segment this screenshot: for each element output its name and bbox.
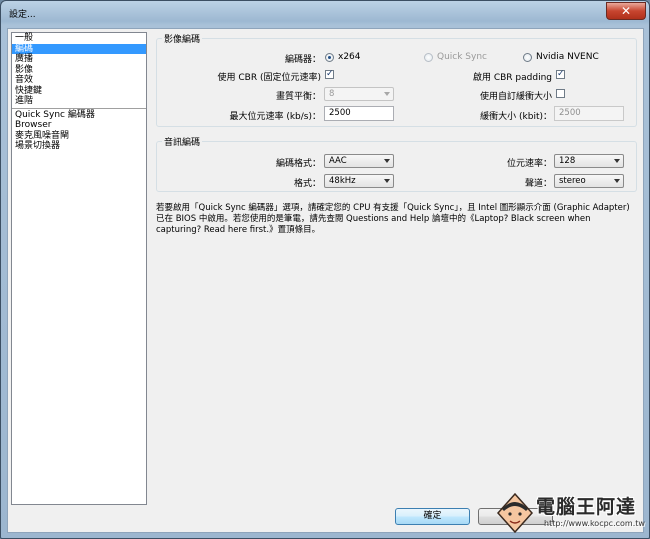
quality-label: 畫質平衡： <box>275 92 321 102</box>
cbr-padding-label: 啟用 CBR padding <box>472 73 552 83</box>
quick-sync-info-text: 若要啟用「Quick Sync 編碼器」選項，請確定您的 CPU 有支援「Qui… <box>156 203 630 235</box>
audio-format-value: 48kHz <box>329 176 356 186</box>
audio-codec-value: AAC <box>329 156 347 166</box>
sidebar-plugin-item[interactable]: Browser <box>12 120 146 131</box>
sidebar-item[interactable]: 影像 <box>12 65 146 76</box>
chevron-down-icon <box>614 159 620 163</box>
audio-bitrate-select[interactable]: 128 <box>554 154 624 168</box>
close-button[interactable]: ✕ <box>606 2 646 20</box>
quality-value: 8 <box>329 89 335 99</box>
window-title: 設定... <box>9 10 36 20</box>
audio-encoding-group: 音訊編碼 編碼格式： AAC 位元速率： 128 格式： 48kHz 聲道： s… <box>156 135 637 192</box>
video-encoding-group: 影像編碼 編碼器： x264 Quick Sync Nvidia NVENC 使… <box>156 32 637 127</box>
custom-buffer-label: 使用自訂緩衝大小 <box>479 92 552 102</box>
audio-format-select[interactable]: 48kHz <box>324 174 394 188</box>
radio-quick-sync[interactable] <box>424 53 433 62</box>
sidebar-item[interactable]: 快捷鍵 <box>12 86 146 97</box>
sidebar-item[interactable]: 音效 <box>12 75 146 86</box>
chevron-down-icon <box>384 179 390 183</box>
client-area: 一般 編碼 廣播 影像 音效 快捷鍵 進階 Quick Sync 編碼器 Browser 麥克風… <box>7 28 644 533</box>
sidebar-divider <box>12 107 146 109</box>
buffer-size-input[interactable]: 2500 <box>554 106 624 121</box>
audio-codec-label: 編碼格式： <box>275 159 321 169</box>
chevron-down-icon <box>384 92 390 96</box>
chevron-down-icon <box>614 179 620 183</box>
video-encoding-title: 影像編碼 <box>162 32 203 45</box>
audio-format-label: 格式： <box>293 179 321 189</box>
sidebar-plugin-item[interactable]: Quick Sync 編碼器 <box>12 110 146 121</box>
sidebar-plugin-item[interactable]: 場景切換器 <box>12 141 146 152</box>
buffer-size-label: 緩衝大小 (kbit)： <box>480 112 552 122</box>
max-bitrate-label: 最大位元速率 (kb/s)： <box>229 112 321 122</box>
audio-channels-select[interactable]: stereo <box>554 174 624 188</box>
cbr-label: 使用 CBR (固定位元速率) <box>217 73 321 83</box>
mascot-icon <box>496 493 534 533</box>
audio-bitrate-label: 位元速率： <box>506 159 552 169</box>
quality-combo[interactable]: 8 <box>324 87 394 101</box>
watermark-logo: 電腦王阿達 http://www.kocpc.com.tw <box>496 493 645 533</box>
ok-button[interactable]: 確定 <box>395 508 470 525</box>
title-bar[interactable]: 設定... ✕ <box>1 1 649 25</box>
audio-codec-select[interactable]: AAC <box>324 154 394 168</box>
cbr-padding-checkbox[interactable]: ✓ <box>556 70 565 79</box>
sidebar-item[interactable]: 廣播 <box>12 54 146 65</box>
settings-sidebar[interactable]: 一般 編碼 廣播 影像 音效 快捷鍵 進階 Quick Sync 編碼器 Browser 麥克風… <box>11 32 147 505</box>
radio-quick-sync-label: Quick Sync <box>437 52 488 62</box>
sidebar-item[interactable]: 進階 <box>12 96 146 107</box>
audio-channels-label: 聲道： <box>524 179 552 189</box>
cbr-checkbox[interactable]: ✓ <box>325 70 334 79</box>
sidebar-item[interactable]: 編碼 <box>12 43 146 54</box>
sidebar-item[interactable]: 一般 <box>12 33 146 44</box>
radio-x264-label: x264 <box>338 52 361 62</box>
max-bitrate-value: 2500 <box>329 108 351 118</box>
buffer-size-value: 2500 <box>559 108 581 118</box>
audio-bitrate-value: 128 <box>559 156 576 166</box>
radio-nvenc-label: Nvidia NVENC <box>536 52 599 62</box>
settings-window: 設定... ✕ 一般 編碼 廣播 影像 音效 快捷鍵 進階 Quick Sync 編碼器 Br… <box>0 0 650 539</box>
watermark-name: 電腦王阿達 <box>536 496 637 518</box>
radio-x264[interactable] <box>325 53 334 62</box>
chevron-down-icon <box>384 159 390 163</box>
sidebar-plugin-item[interactable]: 麥克風噪音閘 <box>12 131 146 142</box>
close-icon: ✕ <box>620 4 632 18</box>
audio-channels-value: stereo <box>559 176 586 186</box>
radio-nvenc[interactable] <box>523 53 532 62</box>
max-bitrate-input[interactable]: 2500 <box>324 106 394 121</box>
custom-buffer-checkbox[interactable] <box>556 89 565 98</box>
watermark-url: http://www.kocpc.com.tw <box>544 519 645 528</box>
encoder-label: 編碼器： <box>284 55 321 65</box>
audio-encoding-title: 音訊編碼 <box>162 135 203 148</box>
